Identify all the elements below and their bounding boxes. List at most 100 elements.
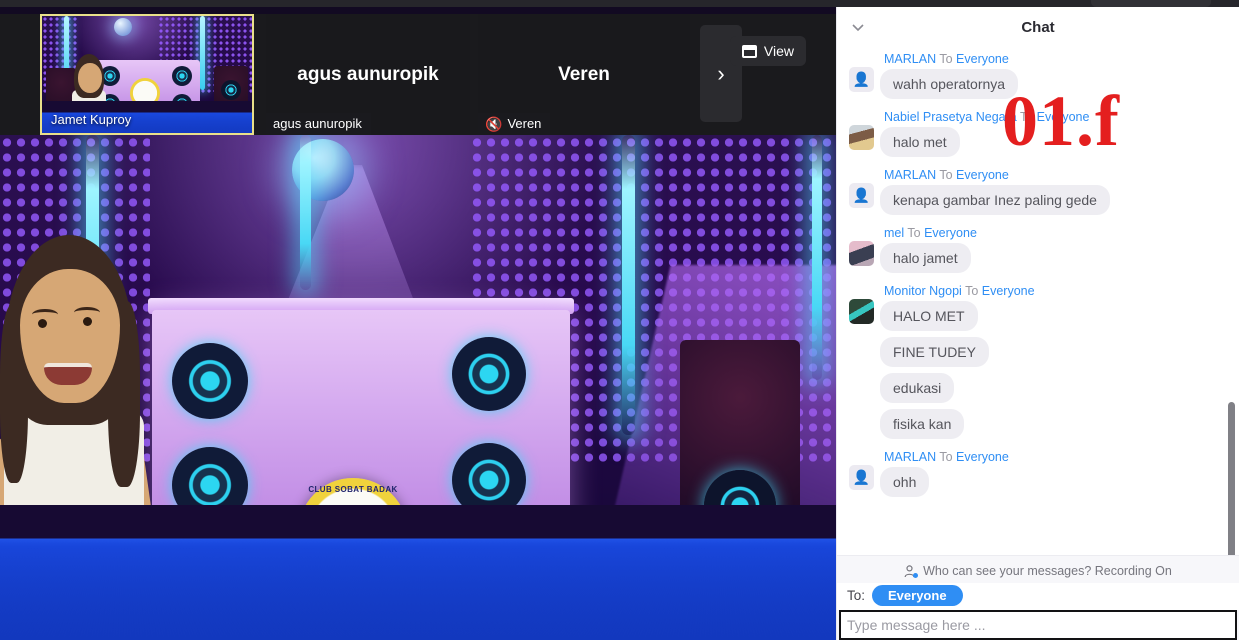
chat-recipient-name: Everyone [956,450,1009,464]
chat-sender-name: MARLAN [884,450,937,464]
chat-compose-box[interactable] [839,610,1237,640]
default-person-icon: 👤 [849,183,874,208]
avatar-image [849,125,874,150]
chat-message-column: mel To Everyone halo jamet [874,223,1225,279]
chat-message-meta: MARLAN To Everyone [884,52,1225,66]
chat-message-bubble: wahh operatornya [880,69,1019,99]
character-eye [32,309,58,320]
character-mouth [44,363,92,385]
status-dot [913,572,919,578]
chat-message-column: MARLAN To Everyone wahh operatornya [874,49,1225,105]
photo-avatar-1 [849,125,874,150]
chat-recipient-name: Everyone [956,52,1009,66]
grid-layout-icon [741,44,757,58]
chat-message-meta: MARLAN To Everyone [884,168,1225,182]
default-person-icon: 👤 [852,71,871,87]
speaker-cone [172,343,248,419]
default-person-icon: 👤 [849,67,874,92]
chat-message-group: 👤 MARLAN To Everyone kenapa gambar Inez pa… [837,165,1239,221]
chat-message-column: MARLAN To Everyone ohh [874,447,1225,503]
chat-sender-name: MARLAN [884,168,937,182]
chat-sender-name: Nabiel Prasetya Negara [884,110,1017,124]
chat-message-group: mel To Everyone halo jamet [837,223,1239,279]
character-pupil [83,317,92,326]
chat-message-bubble: HALO MET [880,301,978,331]
chat-recipient-name: Everyone [981,284,1035,298]
participant-name: Jamet Kuproy [51,112,132,127]
neon-tube [812,135,822,380]
chat-footer: Who can see your messages? Recording On … [837,555,1239,640]
neon-tube [300,135,311,290]
dance-floor [0,505,836,640]
participant-name: agus aunuropik [273,116,362,131]
participant-thumbnail-2[interactable]: Veren 🔇 Veren [478,14,690,135]
chat-message-column: MARLAN To Everyone kenapa gambar Inez pal… [874,165,1225,221]
chevron-down-icon[interactable] [851,20,865,34]
neon-tube [622,135,635,435]
window-top-bar [0,0,1239,7]
participant-thumbnail-0[interactable]: Jamet Kuproy [40,14,254,135]
avatar-image [849,299,874,324]
privacy-notice[interactable]: Who can see your messages? Recording On [837,560,1239,583]
participant-thumbnail-1[interactable]: agus aunuropik agus aunuropik [266,14,470,135]
chat-to-label: To [1019,110,1034,124]
chat-message-bubble: halo jamet [880,243,971,273]
window-tab-nub [1091,0,1211,7]
video-stage: CLUB SOBAT BADAK 🦒 #BAWAPERUBAHAN EST. 2… [0,7,836,640]
microphone-muted-icon: 🔇 [485,115,503,132]
speaker-cone [452,337,526,411]
chat-message-bubble: FINE TUDEY [880,337,989,367]
disco-ball [114,18,132,36]
participant-name: Veren [507,116,542,131]
chat-to-label: To [907,226,921,240]
chat-sender-name: MARLAN [884,52,937,66]
zoom-meeting-window: CLUB SOBAT BADAK 🦒 #BAWAPERUBAHAN EST. 2… [0,0,1239,640]
chat-recipient-name: Everyone [956,168,1009,182]
chat-to-label: To [939,52,953,66]
chat-recipient-row: To: Everyone [837,583,1239,610]
character-pupil [38,319,47,328]
chat-message-group: Nabiel Prasetya Negara To Everyone halo m… [837,107,1239,163]
recipient-select[interactable]: Everyone [872,585,963,606]
chat-message-meta: Nabiel Prasetya Negara To Everyone [884,110,1225,124]
privacy-notice-text: Who can see your messages? Recording On [923,564,1172,578]
default-person-icon: 👤 [852,469,871,485]
photo-avatar-3 [849,299,874,324]
character-face [78,63,102,93]
speaker-cone [172,66,192,86]
speaker-cone [221,80,241,100]
chat-message-group: 👤 MARLAN To Everyone ohh [837,447,1239,503]
chat-message-bubble: ohh [880,467,930,497]
chat-message-bubble: kenapa gambar Inez paling gede [880,185,1110,215]
chat-scrollbar-thumb[interactable] [1228,402,1235,555]
chat-header: Chat [837,7,1239,47]
chat-message-input[interactable] [847,617,1229,633]
chat-to-label: To [965,284,979,298]
chat-panel: Chat 👤 MARLAN To Everyone wahh operatornya… [836,7,1239,640]
chat-message-bubble: halo met [880,127,960,157]
chat-message-list[interactable]: 👤 MARLAN To Everyone wahh operatornya Nabie… [837,47,1239,555]
neon-tube [200,16,205,90]
chat-recipient-name: Everyone [924,226,977,240]
chat-message-bubble: fisika kan [880,409,965,439]
view-button-label: View [763,43,794,59]
default-person-icon: 👤 [852,187,871,203]
chat-sender-name: mel [884,226,905,240]
chat-message-meta: mel To Everyone [884,226,1225,240]
chat-message-meta: MARLAN To Everyone [884,450,1225,464]
chat-to-label: To [939,450,953,464]
club-logo-arc-text: CLUB SOBAT BADAK [308,485,398,494]
thumbnail-name-label: Jamet Kuproy [44,109,140,131]
thumbnail-name-label: agus aunuropik [266,113,371,135]
person-status-icon [904,564,919,578]
thumbnail-name-label: 🔇 Veren [478,113,551,135]
chat-message-meta: Monitor Ngopi To Everyone [884,284,1225,298]
photo-avatar-2 [849,241,874,266]
main-video-feed[interactable]: CLUB SOBAT BADAK 🦒 #BAWAPERUBAHAN EST. 2… [0,135,836,640]
participant-filmstrip: Jamet Kuproy agus aunuropik agus aunurop… [0,14,836,135]
chat-recipient-name: Everyone [1036,110,1090,124]
dance-floor-tiles [0,538,836,640]
view-button[interactable]: View [729,36,806,66]
chat-message-column: Nabiel Prasetya Negara To Everyone halo m… [874,107,1225,163]
participant-name-large: Veren [558,63,610,85]
